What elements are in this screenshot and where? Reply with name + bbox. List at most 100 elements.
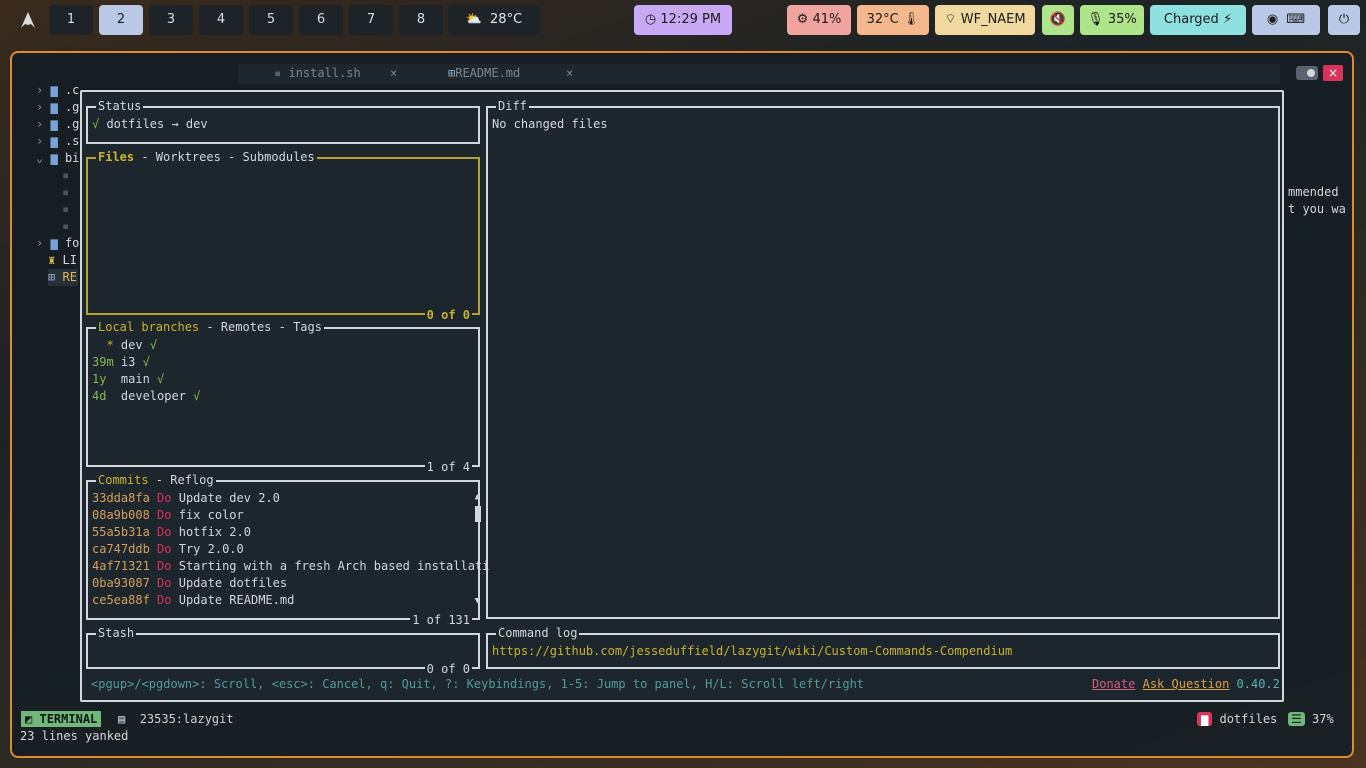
tray[interactable]: ◉ ⌨ bbox=[1252, 5, 1320, 35]
status-panel[interactable]: Status √ dotfiles → dev bbox=[86, 98, 480, 144]
commit-author: Do bbox=[157, 576, 172, 590]
tree-subitem[interactable]: ▪ bbox=[62, 167, 69, 184]
chevron-right-icon: › bbox=[36, 236, 44, 250]
tree-item[interactable]: ⌄ ▆ bi bbox=[36, 150, 79, 167]
side-text-line: mmended bbox=[1288, 185, 1339, 199]
tree-item-label: RE bbox=[62, 270, 77, 284]
commit-row[interactable]: 55a5b31a Do hotfix 2.0 bbox=[92, 524, 251, 541]
partly-cloudy-icon: ⛅ bbox=[465, 12, 483, 27]
branch-row[interactable]: * dev √ bbox=[92, 337, 157, 354]
folder-icon: ▆ bbox=[50, 236, 58, 250]
clock-icon: ◷ bbox=[644, 12, 657, 27]
diff-message: No changed files bbox=[492, 117, 608, 131]
command-log-link[interactable]: https://github.com/jesseduffield/lazygit… bbox=[492, 643, 1012, 660]
tree-item-selected[interactable]: ⊞ RE bbox=[48, 269, 78, 286]
tab-worktrees-submodules[interactable]: - Worktrees - Submodules bbox=[134, 150, 314, 164]
cpu-widget[interactable]: ⚙ 41% bbox=[787, 5, 851, 35]
workspace-3[interactable]: 3 bbox=[149, 5, 193, 35]
list-icon: ☰ bbox=[1288, 712, 1305, 726]
tab-local-branches[interactable]: Local branches bbox=[98, 320, 199, 334]
side-text-line: t you wa bbox=[1288, 202, 1346, 216]
file-icon: ▤ bbox=[118, 712, 126, 726]
clock-time: 12:29 PM bbox=[660, 12, 722, 27]
statusline: ◩ TERMINAL ▤ 23535:lazygit ▆ dotfiles ☰ … bbox=[20, 711, 1346, 728]
commit-row[interactable]: ce5ea88f Do Update README.md bbox=[92, 592, 294, 609]
folder-icon: ▆ bbox=[1197, 712, 1213, 726]
command-log-panel[interactable]: Command log https://github.com/jesseduff… bbox=[486, 625, 1280, 669]
clock[interactable]: ◷ 12:29 PM bbox=[634, 5, 732, 35]
keyboard-icon[interactable]: ⌨ bbox=[1286, 12, 1305, 27]
mic-widget[interactable]: 🎙 35% bbox=[1080, 5, 1144, 35]
tab-remotes-tags[interactable]: - Remotes - Tags bbox=[199, 320, 322, 334]
branches-panel[interactable]: Local branches - Remotes - Tags * dev √ … bbox=[86, 319, 480, 475]
tab-commits[interactable]: Commits bbox=[98, 473, 149, 487]
tree-item[interactable]: › ▆ .g bbox=[36, 99, 79, 116]
commit-row[interactable]: 08a9b008 Do fix color bbox=[92, 507, 244, 524]
top-bar: 1 2 3 4 5 6 7 8 ⛅ 28°C ◷ 12:29 PM ⚙ 41% 3… bbox=[0, 0, 1366, 42]
speaker-muted-icon: 🔇 bbox=[1049, 12, 1067, 27]
tree-item[interactable]: › ▆ .s bbox=[36, 133, 79, 150]
folder-icon: ▆ bbox=[50, 134, 58, 148]
power-button[interactable]: ⏻ bbox=[1328, 5, 1360, 35]
terminal-icon: ◩ bbox=[25, 712, 33, 726]
tab-reflog[interactable]: - Reflog bbox=[149, 473, 214, 487]
commits-panel[interactable]: Commits - Reflog 33dda8fa Do Update dev … bbox=[86, 472, 489, 628]
discord-icon[interactable]: ◉ bbox=[1267, 12, 1278, 27]
ask-question-link[interactable]: Ask Question bbox=[1143, 677, 1230, 691]
commit-message: hotfix 2.0 bbox=[178, 525, 251, 539]
tree-subitem[interactable]: ▪ bbox=[62, 184, 69, 201]
scroll-down-icon[interactable]: ▼ bbox=[475, 596, 480, 606]
close-window-button[interactable]: × bbox=[1323, 65, 1343, 81]
workspace-7[interactable]: 7 bbox=[349, 5, 393, 35]
tree-item[interactable]: › ▆ .c bbox=[36, 82, 79, 99]
diff-panel[interactable]: Diff No changed files bbox=[486, 98, 1280, 619]
workspace-5[interactable]: 5 bbox=[249, 5, 293, 35]
commit-row[interactable]: 4af71321 Do Starting with a fresh Arch b… bbox=[92, 558, 489, 575]
scrollbar-thumb[interactable] bbox=[475, 506, 481, 522]
battery-widget[interactable]: Charged ⚡ bbox=[1150, 5, 1246, 35]
scroll-up-icon[interactable]: ▲ bbox=[475, 492, 480, 502]
workspace-2[interactable]: 2 bbox=[99, 5, 143, 35]
workspace-6[interactable]: 6 bbox=[299, 5, 343, 35]
tab-files[interactable]: Files bbox=[98, 150, 134, 164]
tab-readme-md[interactable]: ⊞README.md bbox=[448, 66, 520, 80]
weather-widget[interactable]: ⛅ 28°C bbox=[448, 5, 540, 35]
workspace-1[interactable]: 1 bbox=[49, 5, 93, 35]
temperature-widget[interactable]: 32°C 🌡 bbox=[857, 5, 929, 35]
branch-row[interactable]: 1y main √ bbox=[92, 371, 164, 388]
workspace-4[interactable]: 4 bbox=[199, 5, 243, 35]
tree-subitem[interactable]: ▪ bbox=[62, 201, 69, 218]
tree-subitem[interactable]: ▪ bbox=[62, 218, 69, 235]
branches-title: Local branches - Remotes - Tags bbox=[96, 319, 324, 335]
branch-row[interactable]: 39m i3 √ bbox=[92, 354, 150, 371]
tree-item[interactable]: ♜ LI bbox=[48, 252, 77, 269]
branch-spacer bbox=[106, 389, 120, 403]
branch-name: main bbox=[120, 372, 150, 386]
arch-logo-icon[interactable] bbox=[18, 10, 38, 30]
tab-close-button[interactable]: × bbox=[390, 66, 397, 80]
donate-link[interactable]: Donate bbox=[1092, 677, 1135, 691]
branch-name: developer bbox=[120, 389, 186, 403]
tab-close-button[interactable]: × bbox=[566, 66, 573, 80]
commit-hash: ca747ddb bbox=[92, 542, 150, 556]
folder-open-icon: ▆ bbox=[50, 151, 58, 165]
wifi-widget[interactable]: ⌔ WF_NAEM bbox=[935, 5, 1035, 35]
tab-install-sh[interactable]: ▪ install.sh bbox=[274, 66, 361, 80]
tree-item-label: .s bbox=[64, 134, 80, 148]
stash-panel[interactable]: Stash 0 of 0 bbox=[86, 625, 480, 677]
commit-row[interactable]: 0ba93087 Do Update dotfiles bbox=[92, 575, 287, 592]
branch-row[interactable]: 4d developer √ bbox=[92, 388, 200, 405]
tree-item-label: LI bbox=[62, 253, 77, 267]
commit-row[interactable]: ca747ddb Do Try 2.0.0 bbox=[92, 541, 244, 558]
files-panel[interactable]: Files - Worktrees - Submodules 0 of 0 bbox=[86, 149, 480, 323]
workspace-8[interactable]: 8 bbox=[399, 5, 443, 35]
volume-widget[interactable]: 🔇 bbox=[1042, 5, 1074, 35]
toggle-icon[interactable] bbox=[1296, 66, 1318, 80]
commit-row[interactable]: 33dda8fa Do Update dev 2.0 bbox=[92, 490, 280, 507]
files-count: 0 of 0 bbox=[424, 307, 472, 323]
repo-name: dotfiles bbox=[1219, 712, 1278, 726]
tree-item[interactable]: › ▆ .g bbox=[36, 116, 79, 133]
stash-count: 0 of 0 bbox=[424, 661, 472, 677]
commits-title: Commits - Reflog bbox=[96, 472, 216, 488]
tree-item[interactable]: › ▆ fo bbox=[36, 235, 79, 252]
